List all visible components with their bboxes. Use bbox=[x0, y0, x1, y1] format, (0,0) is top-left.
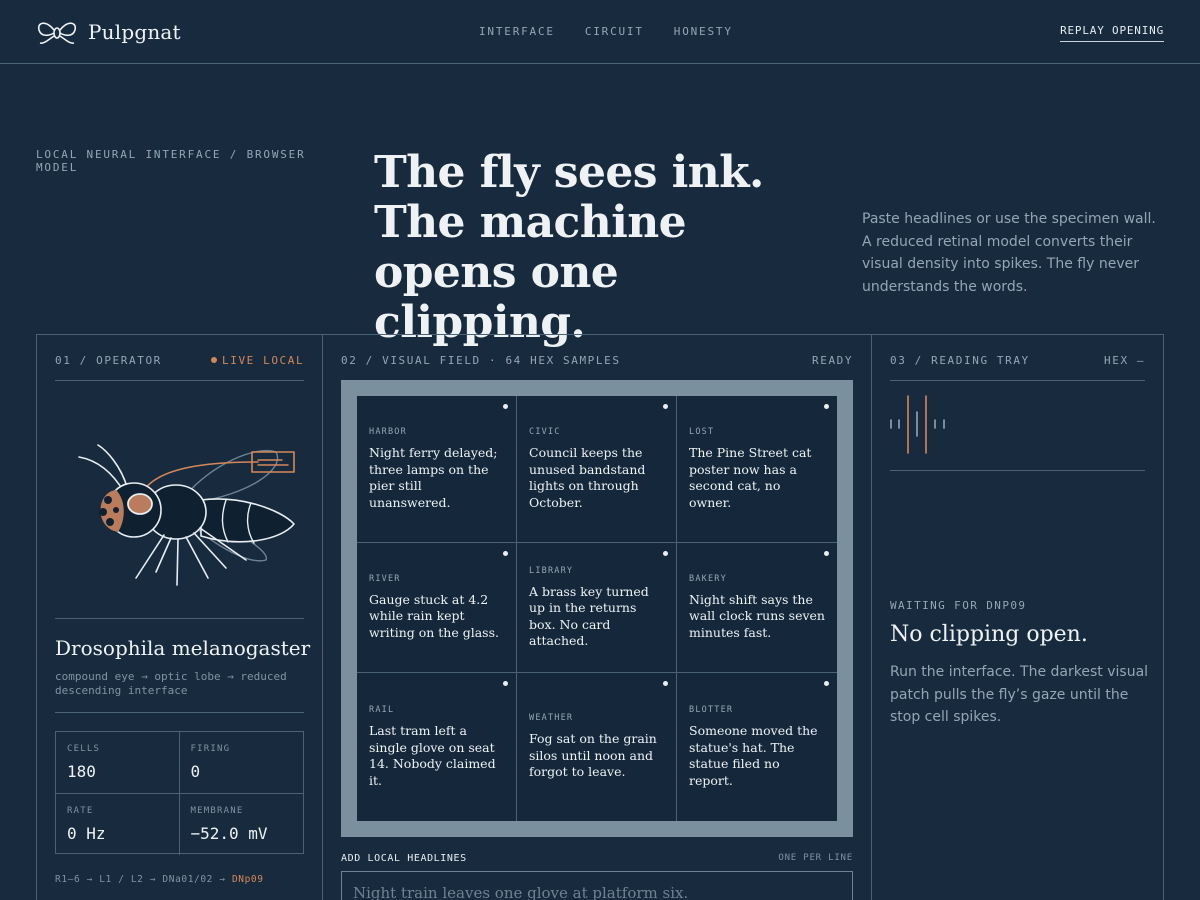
panel-divider bbox=[871, 334, 872, 900]
hero-headline: The fly sees ink. The machine opens one … bbox=[374, 147, 764, 348]
nav-honesty[interactable]: HONESTY bbox=[674, 25, 733, 38]
hero-kicker: LOCAL NEURAL INTERFACE / BROWSER MODEL bbox=[36, 148, 306, 174]
panel-divider bbox=[322, 334, 323, 900]
visual-field-label: 02 / VISUAL FIELD · 64 HEX SAMPLES bbox=[341, 354, 621, 367]
nav-interface[interactable]: INTERFACE bbox=[479, 25, 555, 38]
clipping-text: Gauge stuck at 4.2 while rain kept writi… bbox=[369, 591, 499, 640]
clipping-river[interactable]: RIVER Gauge stuck at 4.2 while rain kept… bbox=[357, 543, 517, 673]
clipping-bakery[interactable]: BAKERY Night shift says the wall clock r… bbox=[677, 543, 837, 673]
hero-intro: Paste headlines or use the specimen wall… bbox=[862, 211, 1156, 295]
brand-name: Pulpgnat bbox=[88, 20, 181, 44]
reading-tray-title: No clipping open. bbox=[890, 622, 1088, 647]
indicator-dot-icon bbox=[663, 551, 668, 556]
clipping-tag: BAKERY bbox=[689, 573, 727, 584]
clipping-tag: LOST bbox=[689, 427, 715, 437]
clipping-text: Council keeps the unused bandstand light… bbox=[529, 445, 646, 510]
clipping-tag: RIVER bbox=[369, 573, 401, 584]
clipping-civic[interactable]: CIVIC Council keeps the unused bandstand… bbox=[517, 396, 677, 543]
stat-value: −52.0 mV bbox=[190, 824, 268, 843]
reading-tray-description: Run the interface. The darkest visual pa… bbox=[890, 664, 1149, 725]
circuit-path-end: DNp09 bbox=[231, 874, 264, 885]
clipping-tag: LIBRARY bbox=[529, 565, 574, 576]
clipping-tag: HARBOR bbox=[369, 427, 407, 437]
reading-tray-label: 03 / READING TRAY bbox=[890, 354, 1030, 367]
circuit-path: R1–6 → L1 / L2 → DNa01/02 → DNp09 bbox=[55, 874, 264, 885]
stat-membrane: MEMBRANE −52.0 mV bbox=[180, 794, 304, 855]
indicator-dot-icon bbox=[824, 681, 829, 686]
stat-value: 0 bbox=[190, 762, 201, 781]
clipping-rail[interactable]: RAIL Last tram left a single glove on se… bbox=[357, 673, 517, 821]
visual-field-status: READY bbox=[812, 354, 854, 367]
top-bar: Pulpgnat INTERFACE CIRCUIT HONESTY REPLA… bbox=[0, 0, 1200, 64]
clipping-text: The Pine Street cat poster now has a sec… bbox=[689, 445, 812, 510]
indicator-dot-icon bbox=[824, 404, 829, 409]
add-headlines-label: ADD LOCAL HEADLINES bbox=[341, 853, 467, 864]
divider bbox=[890, 380, 1145, 381]
pathway-description: compound eye → optic lobe → reduced desc… bbox=[55, 670, 287, 697]
stat-rate: RATE 0 Hz bbox=[56, 794, 180, 855]
indicator-dot-icon bbox=[503, 551, 508, 556]
circuit-path-prefix: R1–6 → L1 / L2 → DNa01/02 → bbox=[55, 874, 232, 885]
live-dot-icon bbox=[211, 357, 217, 363]
specimen-wall: HARBOR Night ferry delayed; three lamps … bbox=[357, 396, 837, 821]
clipping-text: Fog sat on the grain silos until noon an… bbox=[529, 731, 657, 780]
clipping-tag: CIVIC bbox=[529, 427, 561, 437]
clipping-weather[interactable]: WEATHER Fog sat on the grain silos until… bbox=[517, 673, 677, 821]
clipping-tag: RAIL bbox=[369, 705, 395, 715]
stat-cells: CELLS 180 bbox=[56, 732, 180, 794]
divider bbox=[55, 380, 304, 381]
clipping-text: Last tram left a single glove on seat 14… bbox=[369, 723, 496, 788]
clipping-text: Night ferry delayed; three lamps on the … bbox=[369, 445, 498, 510]
drosophila-icon bbox=[78, 444, 295, 586]
operator-panel-label: 01 / OPERATOR bbox=[55, 354, 162, 367]
brand-logo[interactable]: Pulpgnat bbox=[36, 18, 181, 46]
stat-value: 180 bbox=[67, 762, 96, 781]
headlines-input[interactable] bbox=[341, 871, 853, 900]
indicator-dot-icon bbox=[663, 681, 668, 686]
neuron-stats: CELLS 180 FIRING 0 RATE 0 Hz MEMBRANE −5… bbox=[55, 731, 304, 855]
stat-label: RATE bbox=[67, 806, 94, 816]
indicator-dot-icon bbox=[503, 404, 508, 409]
main-nav: INTERFACE CIRCUIT HONESTY bbox=[479, 25, 733, 38]
waiting-status: WAITING FOR DNP09 bbox=[890, 599, 1027, 612]
clipping-blotter[interactable]: BLOTTER Someone moved the statue's hat. … bbox=[677, 673, 837, 821]
clipping-tag: BLOTTER bbox=[689, 705, 734, 715]
stat-firing: FIRING 0 bbox=[179, 732, 303, 794]
indicator-dot-icon bbox=[663, 404, 668, 409]
clipping-library[interactable]: LIBRARY A brass key turned up in the ret… bbox=[517, 543, 677, 673]
spike-raster-icon bbox=[890, 395, 945, 454]
divider bbox=[55, 618, 304, 619]
stat-value: 0 Hz bbox=[67, 824, 106, 843]
nav-circuit[interactable]: CIRCUIT bbox=[585, 25, 644, 38]
clipping-text: Someone moved the statue's hat. The stat… bbox=[689, 723, 818, 788]
stat-label: MEMBRANE bbox=[190, 806, 244, 816]
clipping-tag: WEATHER bbox=[529, 713, 574, 724]
clipping-lost[interactable]: LOST The Pine Street cat poster now has … bbox=[677, 396, 837, 543]
clipping-text: Night shift says the wall clock runs sev… bbox=[689, 591, 825, 640]
indicator-dot-icon bbox=[503, 681, 508, 686]
indicator-dot-icon bbox=[824, 551, 829, 556]
live-status-badge: LIVE LOCAL bbox=[211, 354, 304, 367]
one-per-line-hint: ONE PER LINE bbox=[778, 853, 853, 863]
replay-opening-button[interactable]: REPLAY OPENING bbox=[1060, 24, 1164, 42]
divider bbox=[55, 712, 304, 713]
hex-indicator: HEX — bbox=[1104, 354, 1146, 367]
divider bbox=[890, 470, 1145, 471]
clipping-text: A brass key turned up in the returns box… bbox=[529, 583, 649, 649]
live-status-text: LIVE LOCAL bbox=[222, 354, 305, 367]
stat-label: FIRING bbox=[190, 744, 231, 754]
stat-label: CELLS bbox=[67, 744, 101, 754]
clipping-harbor[interactable]: HARBOR Night ferry delayed; three lamps … bbox=[357, 396, 517, 543]
species-name: Drosophila melanogaster bbox=[55, 636, 311, 660]
fly-wings-icon bbox=[37, 22, 77, 44]
